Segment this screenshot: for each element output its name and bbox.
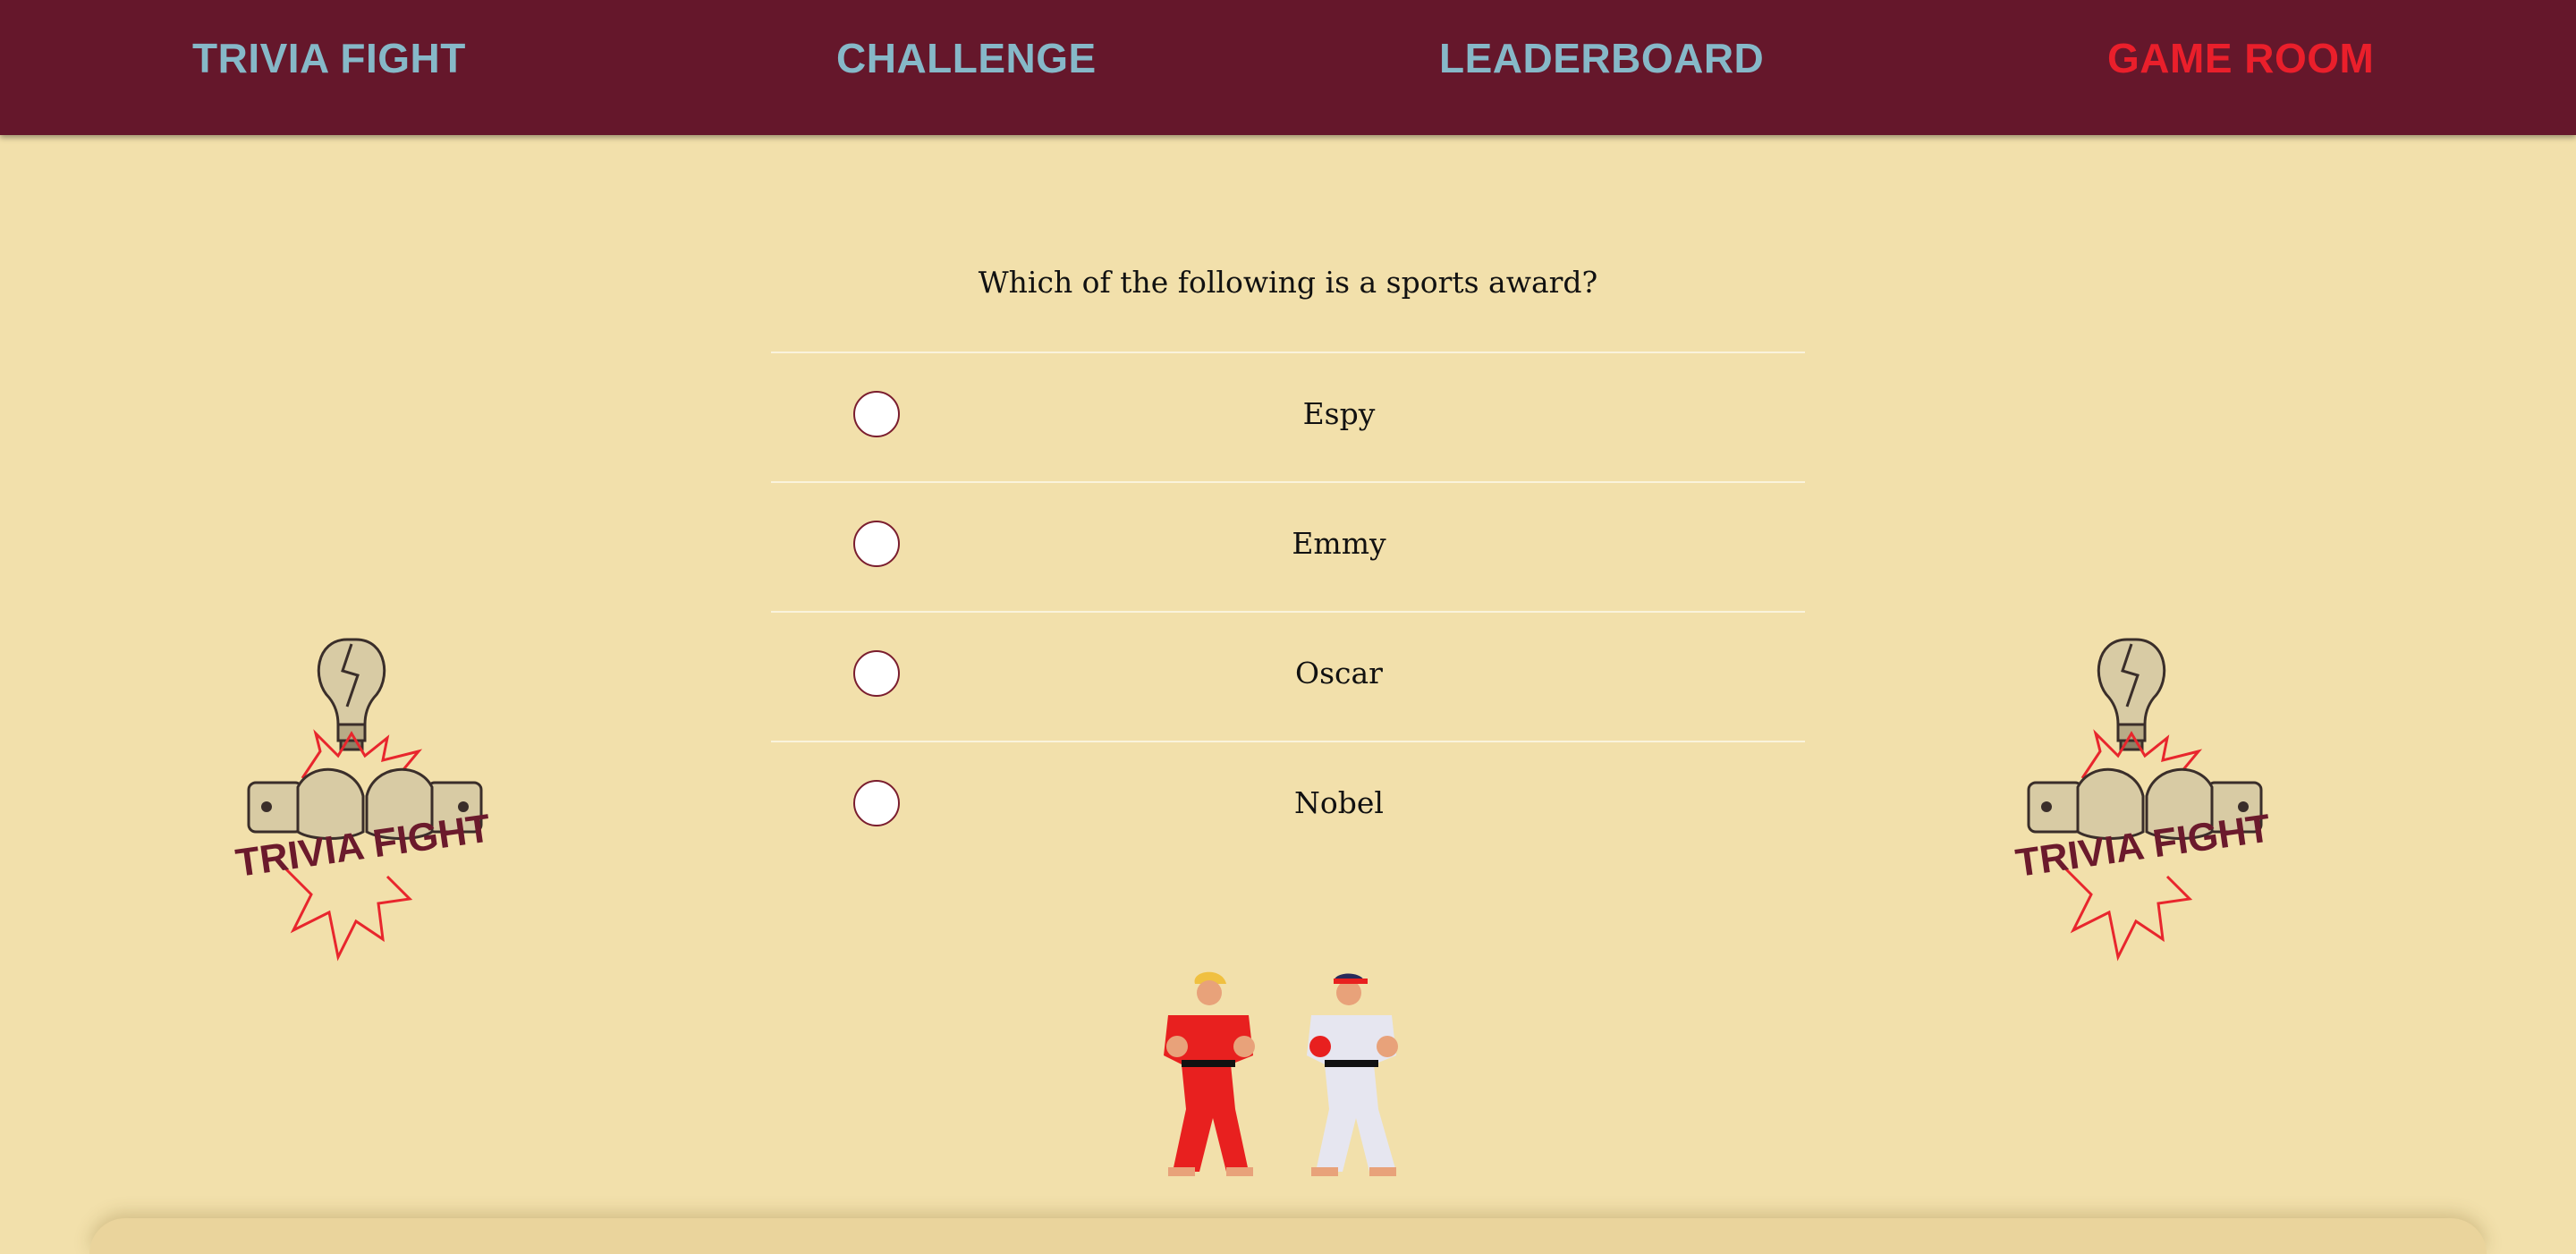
- street-fighter-sprites-icon: [1164, 971, 1398, 1176]
- nav-link-leaderboard[interactable]: LEADERBOARD: [1439, 34, 1764, 82]
- nav-link-challenge[interactable]: CHALLENGE: [836, 34, 1097, 82]
- answer-label: Espy: [1302, 396, 1376, 431]
- ryu-sprite-icon: [1307, 973, 1398, 1176]
- answer-label: Nobel: [1294, 785, 1384, 820]
- answer-choice-2[interactable]: Emmy: [771, 481, 1805, 611]
- ken-sprite-icon: [1164, 971, 1255, 1176]
- answer-choice-3[interactable]: Oscar: [771, 611, 1805, 741]
- nav-link-game-room[interactable]: GAME ROOM: [2107, 34, 2374, 82]
- lightbulb-fists-logo-icon: TRIVIA FIGHT: [2013, 638, 2274, 962]
- answer-label: Emmy: [1292, 526, 1386, 561]
- answer-choice-4[interactable]: Nobel: [771, 741, 1805, 870]
- footer-edge: [89, 1218, 2487, 1254]
- answer-choices: Espy Emmy Oscar Nobel: [771, 352, 1805, 870]
- answer-choice-1[interactable]: Espy: [771, 352, 1805, 481]
- lightbulb-fists-logo-icon: TRIVIA FIGHT: [233, 638, 494, 962]
- answer-label: Oscar: [1295, 656, 1383, 691]
- question-text: Which of the following is a sports award…: [978, 265, 1598, 300]
- top-navbar: TRIVIA FIGHT CHALLENGE LEADERBOARD GAME …: [0, 0, 2576, 135]
- nav-link-trivia-fight[interactable]: TRIVIA FIGHT: [192, 34, 466, 82]
